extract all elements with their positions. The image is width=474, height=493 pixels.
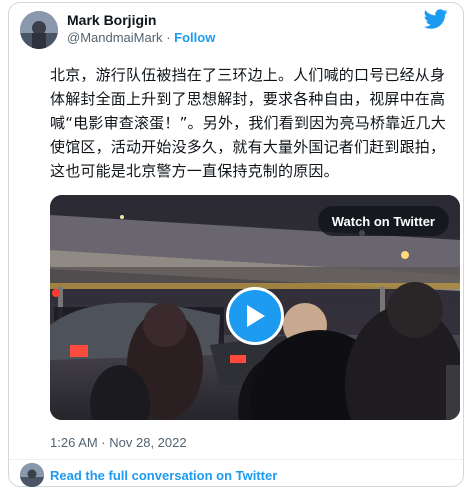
author-handle-row: @MandmaiMark · Follow — [67, 30, 215, 45]
play-icon — [247, 305, 265, 327]
follow-button[interactable]: Follow — [174, 30, 215, 45]
author-avatar[interactable] — [20, 11, 58, 49]
twitter-bird-icon[interactable] — [423, 7, 449, 31]
footer-divider — [9, 459, 463, 460]
author-handle[interactable]: @MandmaiMark — [67, 30, 163, 45]
author-name[interactable]: Mark Borjigin — [67, 12, 156, 28]
tweet-timestamp[interactable]: 1:26 AM · Nov 28, 2022 — [50, 435, 187, 450]
tweet-card: Mark Borjigin @MandmaiMark · Follow 北京，游… — [8, 2, 464, 487]
play-button[interactable] — [226, 287, 284, 345]
watch-on-twitter-button[interactable]: Watch on Twitter — [317, 206, 449, 236]
footer-avatar — [20, 463, 44, 487]
tweet-text: 北京，游行队伍被挡在了三环边上。人们喊的口号已经从身体解封全面上升到了思想解封，… — [50, 66, 446, 180]
video-thumbnail[interactable]: Watch on Twitter — [50, 195, 460, 420]
handle-separator: · — [166, 30, 171, 45]
read-full-conversation-link[interactable]: Read the full conversation on Twitter — [50, 468, 277, 483]
